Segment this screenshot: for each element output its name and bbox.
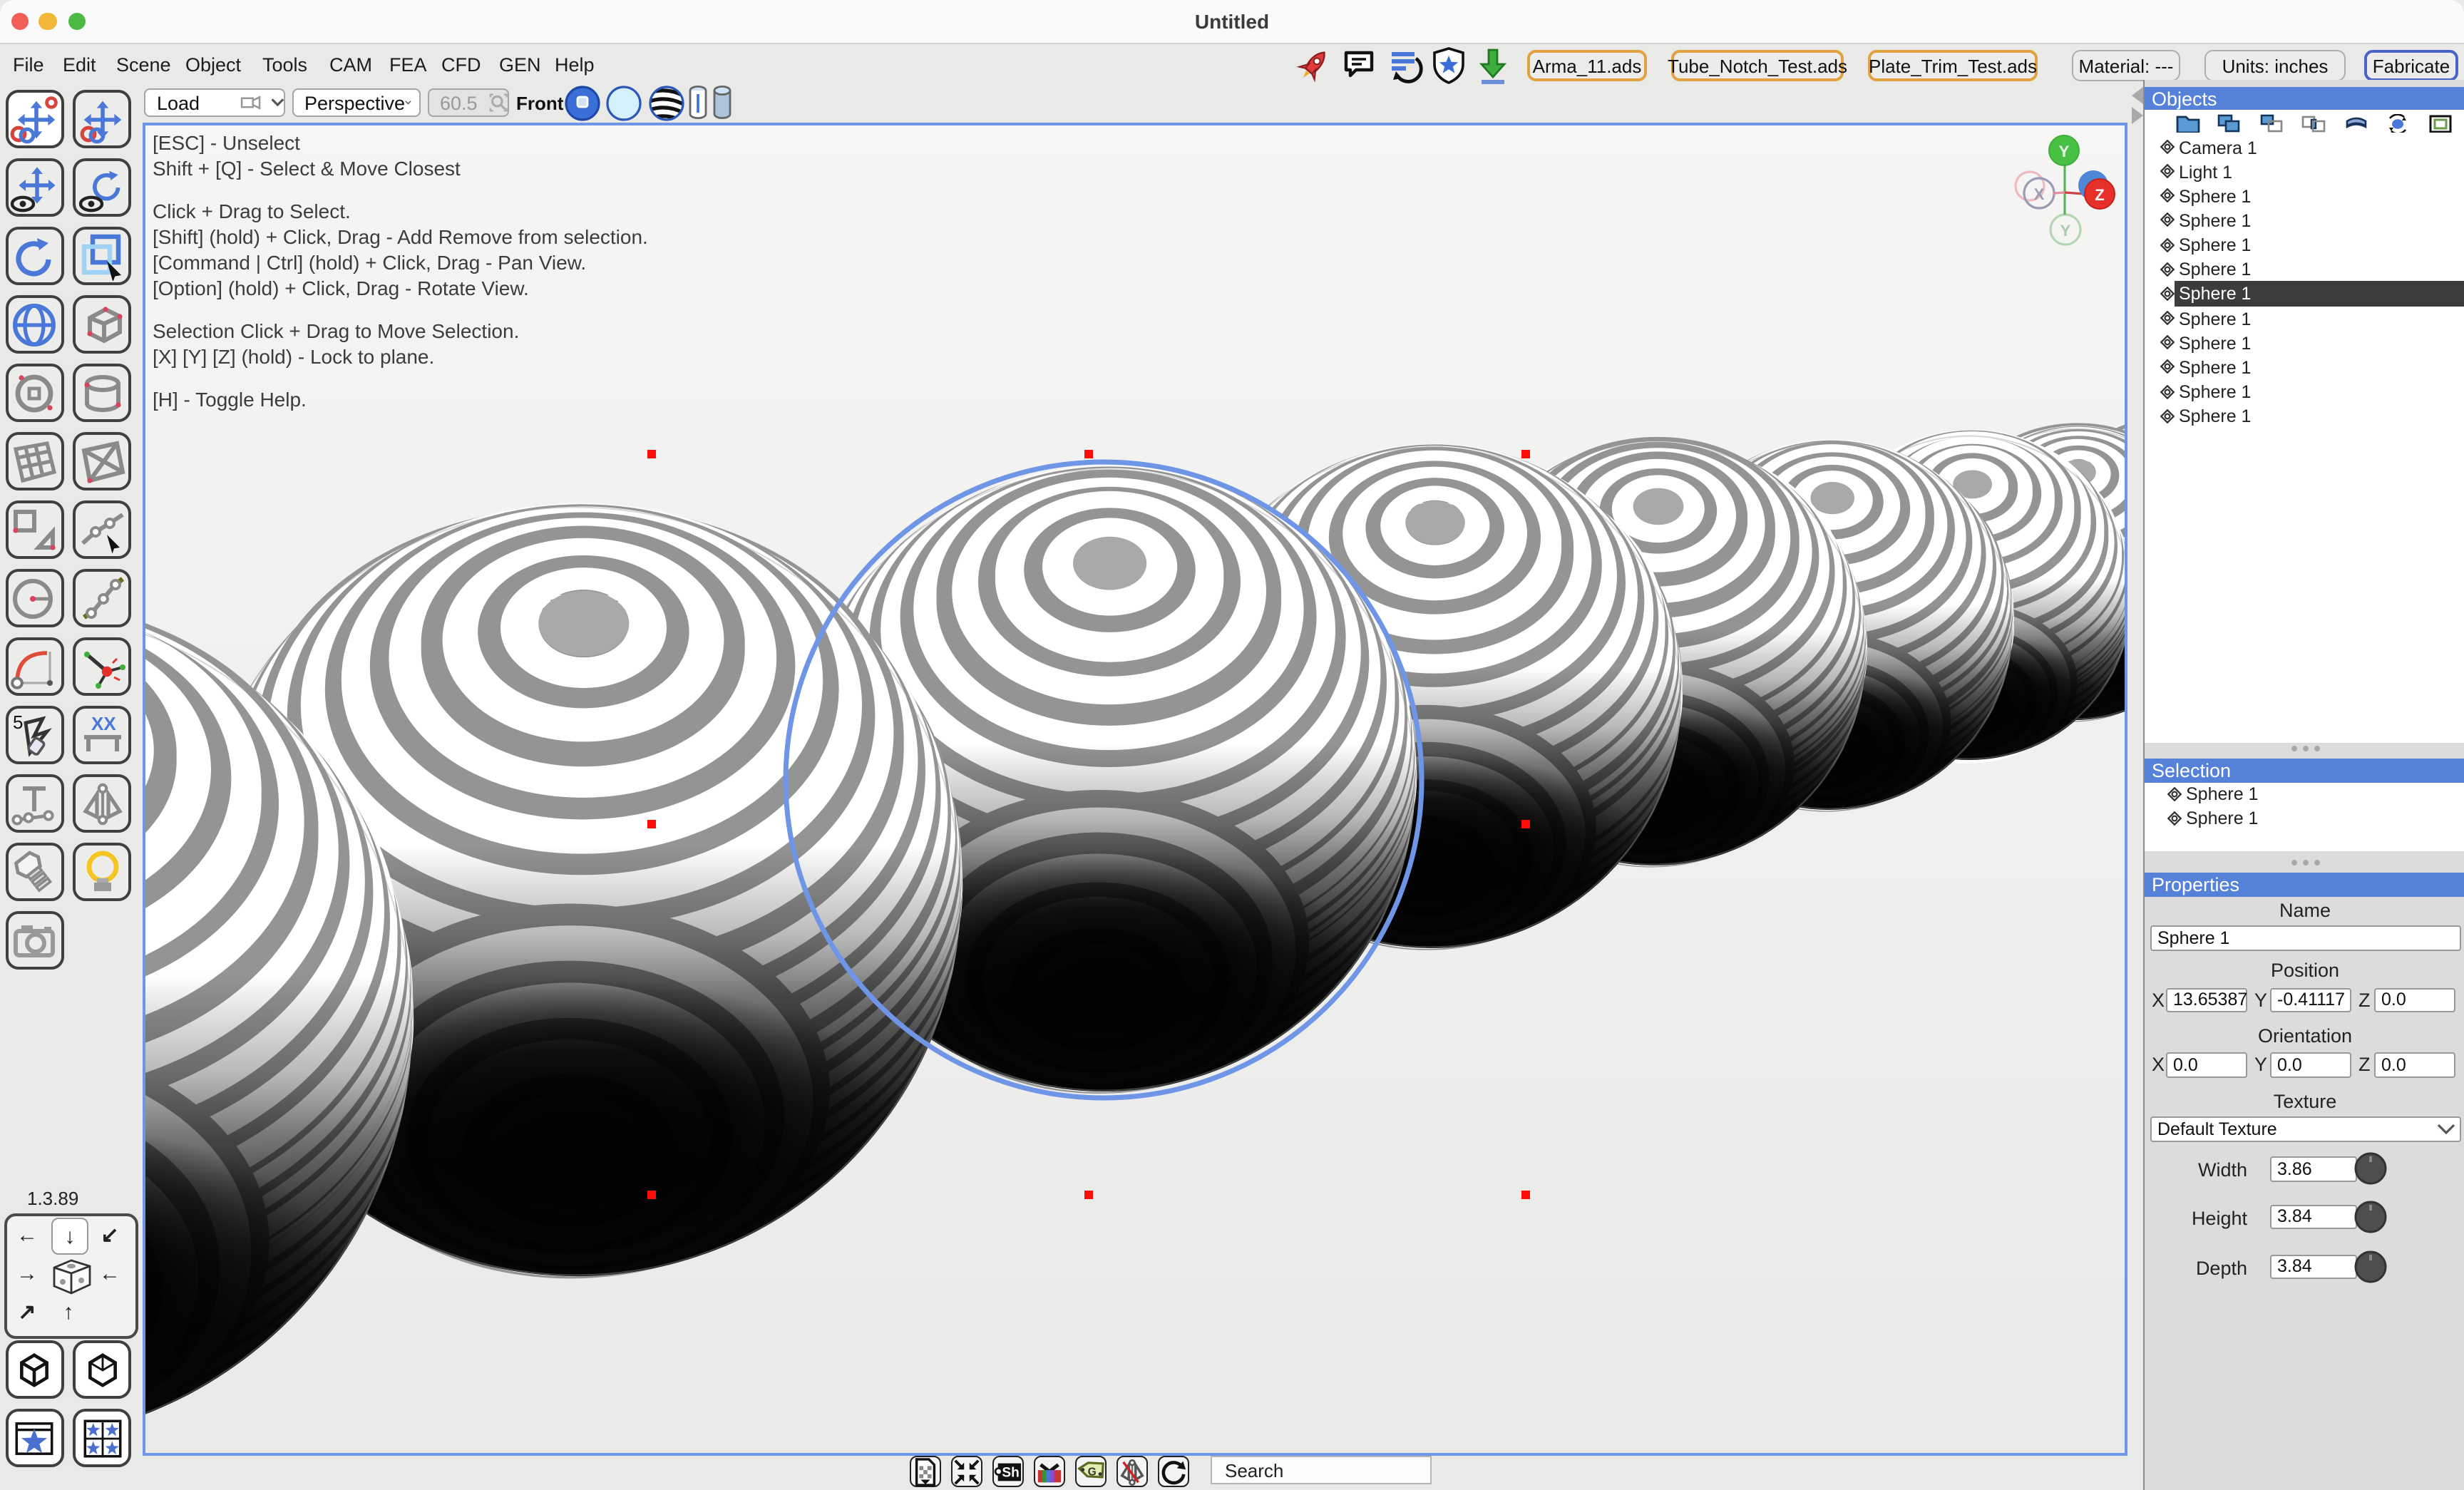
svg-text:Y: Y (2058, 143, 2069, 160)
svg-text:5: 5 (13, 711, 23, 732)
svg-text:G: G (1088, 1465, 1097, 1477)
svg-text:X: X (2033, 185, 2044, 203)
svg-text:Y: Y (2060, 222, 2070, 240)
svg-text:Z: Z (2094, 186, 2103, 204)
svg-text:XX: XX (91, 712, 115, 734)
svg-text:Sh: Sh (1002, 1465, 1019, 1480)
